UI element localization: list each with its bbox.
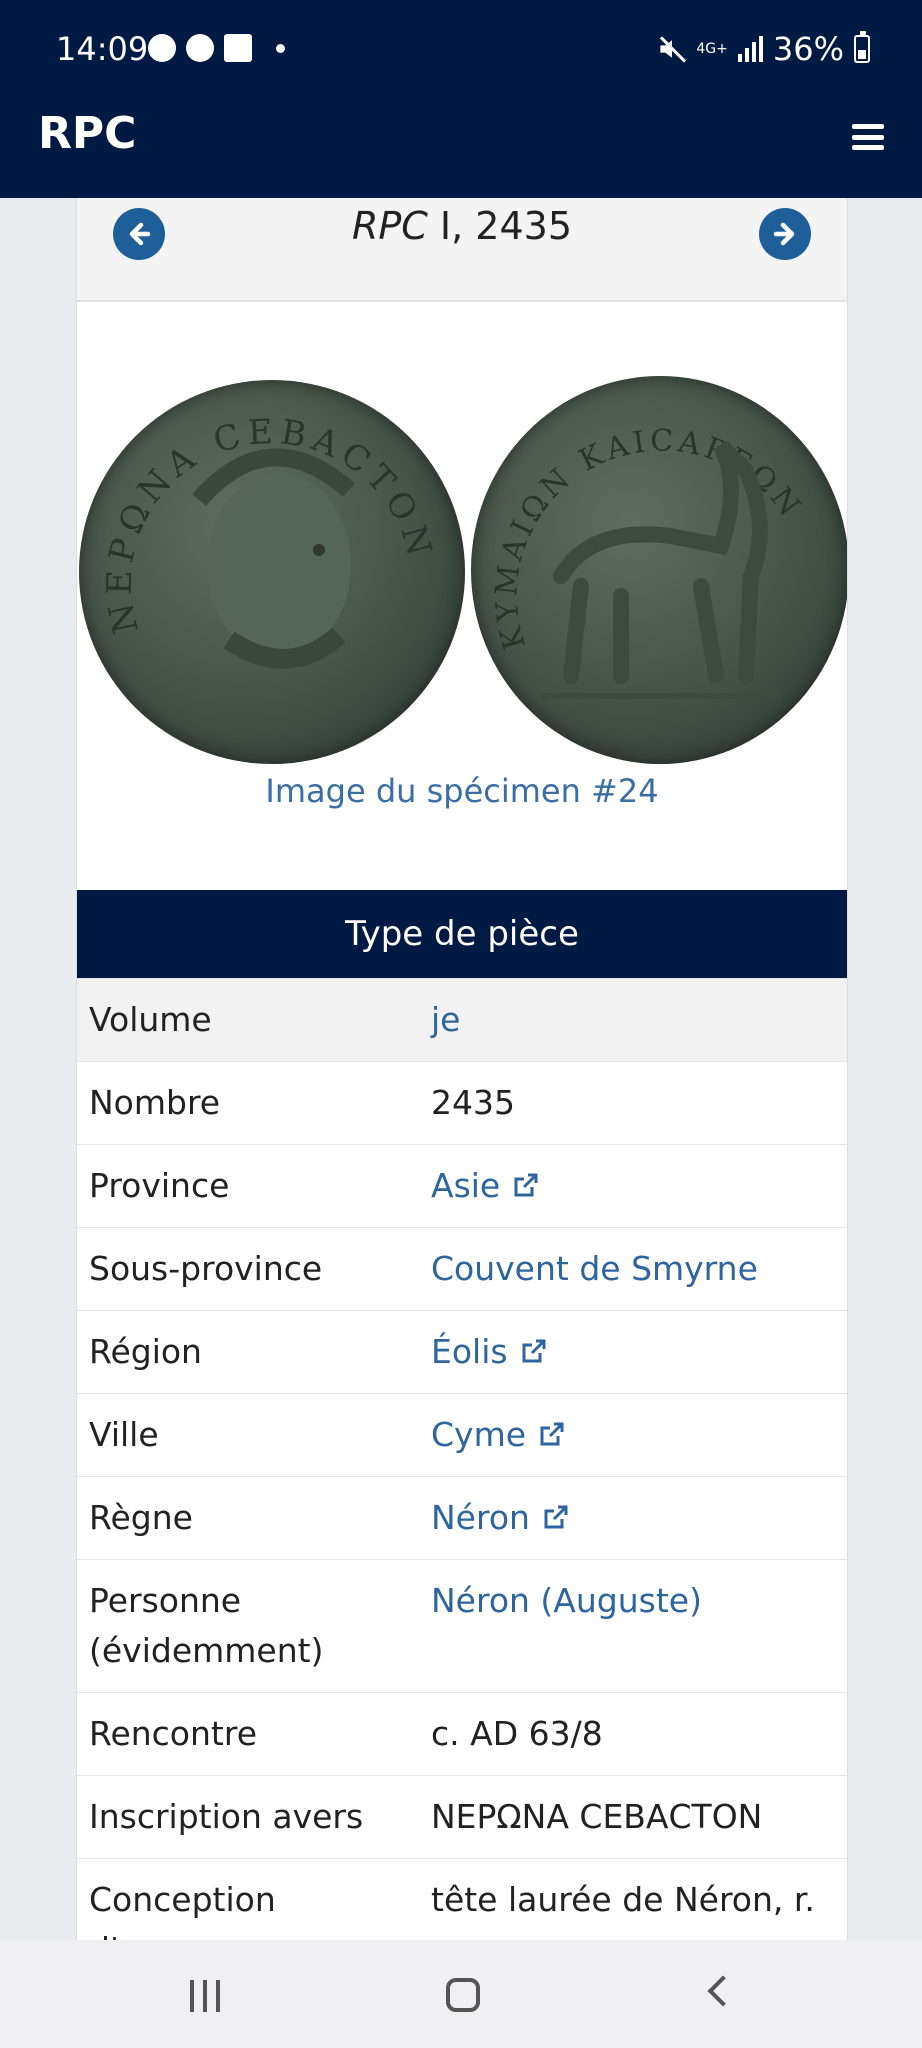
row-label: Rencontre [77,1692,419,1776]
table-row: Volume je [77,978,847,1062]
row-value-link[interactable]: Néron [431,1498,570,1537]
table-row: Règne Néron [77,1476,847,1560]
arrow-right-icon [773,222,795,246]
table-row: Personne (évidemment) Néron (Auguste) [77,1559,847,1693]
home-icon[interactable] [446,1978,480,2012]
row-value-text: Couvent de Smyrne [431,1249,758,1288]
mute-icon [656,34,686,64]
table-row: Rencontre c. AD 63/8 [77,1692,847,1776]
row-value-cell: 2435 [419,1061,847,1145]
external-link-icon [544,1505,568,1529]
row-value-text: Néron (Auguste) [431,1581,702,1620]
system-nav-bar [0,1940,922,2048]
row-value-cell: Néron [419,1476,847,1560]
row-value-link[interactable]: Cyme [431,1415,566,1454]
back-icon[interactable] [707,1975,739,2007]
status-time: 14:09 [56,30,149,68]
coin-type-header: Type de pièce [77,890,847,978]
row-label: Conception d'avers [77,1858,419,1940]
row-value-link[interactable]: Couvent de Smyrne [431,1249,758,1288]
row-label: Sous-province [77,1227,419,1311]
row-value-text: Néron [431,1498,530,1537]
row-value-text: c. AD 63/8 [431,1714,603,1753]
coin-number: I, 2435 [427,204,572,248]
row-value-link[interactable]: Asie [431,1166,540,1205]
specimen-image[interactable]: ΝΕΡΩΝΑ CΕΒΑCΤΟΝ ΚΥΜΑΙΩΝ ΚΑΙCΑΡΕΩΝ Image [77,302,847,890]
battery-icon [854,31,870,63]
row-value-text: ΝΕΡΩΝΑ CΕΒΑCΤΟΝ [431,1797,763,1836]
series-name: RPC [351,204,428,248]
row-value-cell: Néron (Auguste) [419,1559,847,1693]
row-value-cell: tête laurée de Néron, r. [419,1858,847,1940]
reverse-coin-image: ΚΥΜΑΙΩΝ ΚΑΙCΑΡΕΩΝ [471,376,847,764]
external-link-icon [540,1422,564,1446]
coin-reference-title: RPC I, 2435 [77,204,847,248]
row-value-text: Éolis [431,1332,508,1371]
row-value-text: je [431,1000,461,1039]
signal-icon [737,36,763,62]
table-row: Conception d'avers tête laurée de Néron, … [77,1858,847,1940]
external-link-icon [522,1339,546,1363]
pinterest-icon [186,34,214,62]
specimen-caption-link[interactable]: Image du spécimen #24 [77,772,847,810]
notification-app-icon [148,34,176,62]
brand-logo[interactable]: RPC [38,108,136,159]
recent-apps-icon[interactable] [190,1980,220,2012]
row-value-text: Asie [431,1166,501,1205]
table-row: Nombre 2435 [77,1061,847,1145]
notification-icons [148,34,285,62]
table-row: Ville Cyme [77,1393,847,1477]
row-value-cell: Éolis [419,1310,847,1394]
obverse-coin-image: ΝΕΡΩΝΑ CΕΒΑCΤΟΝ [79,380,465,764]
coin-navigator: RPC I, 2435 [77,198,847,302]
row-value-text: tête laurée de Néron, r. [431,1880,815,1919]
row-value-text: Cyme [431,1415,527,1454]
row-label: Région [77,1310,419,1394]
network-type-icon: 4G+ [696,41,728,57]
status-indicators: 4G+ 36% [656,30,870,68]
app-header: 14:09 4G+ 36% RPC [0,0,922,198]
table-row: Région Éolis [77,1310,847,1394]
table-row: Sous-province Couvent de Smyrne [77,1227,847,1311]
next-coin-button[interactable] [759,208,811,260]
row-value-cell: je [419,978,847,1062]
coin-detail-panel: RPC I, 2435 ΝΕΡΩΝΑ CΕΒΑCΤΟΝ ΚΥΜΑΙΩΝ ΚΑΙC… [76,198,848,1940]
row-value-link[interactable]: Éolis [431,1332,548,1371]
row-label: Nombre [77,1061,419,1145]
row-label: Volume [77,978,419,1062]
row-label: Inscription avers [77,1775,419,1859]
row-value-cell: Couvent de Smyrne [419,1227,847,1311]
table-row: Inscription avers ΝΕΡΩΝΑ CΕΒΑCΤΟΝ [77,1775,847,1859]
row-value-cell: Asie [419,1144,847,1228]
row-value-link[interactable]: Néron (Auguste) [431,1581,702,1620]
row-label: Personne (évidemment) [77,1559,419,1693]
table-row: Province Asie [77,1144,847,1228]
row-label: Règne [77,1476,419,1560]
coin-type-table: Volume je Nombre 2435 Province Asie Sous-provi… [77,978,847,1940]
more-notifications-dot-icon [276,43,285,53]
row-label: Province [77,1144,419,1228]
menu-icon[interactable] [852,124,884,150]
row-value-link[interactable]: je [431,1000,460,1039]
gallery-icon [224,34,252,62]
row-value-cell: Cyme [419,1393,847,1477]
row-value-cell: c. AD 63/8 [419,1692,847,1776]
row-value-cell: ΝΕΡΩΝΑ CΕΒΑCΤΟΝ [419,1775,847,1859]
battery-percent: 36% [772,30,844,68]
row-value-text: 2435 [431,1083,515,1122]
external-link-icon [514,1173,538,1197]
row-label: Ville [77,1393,419,1477]
